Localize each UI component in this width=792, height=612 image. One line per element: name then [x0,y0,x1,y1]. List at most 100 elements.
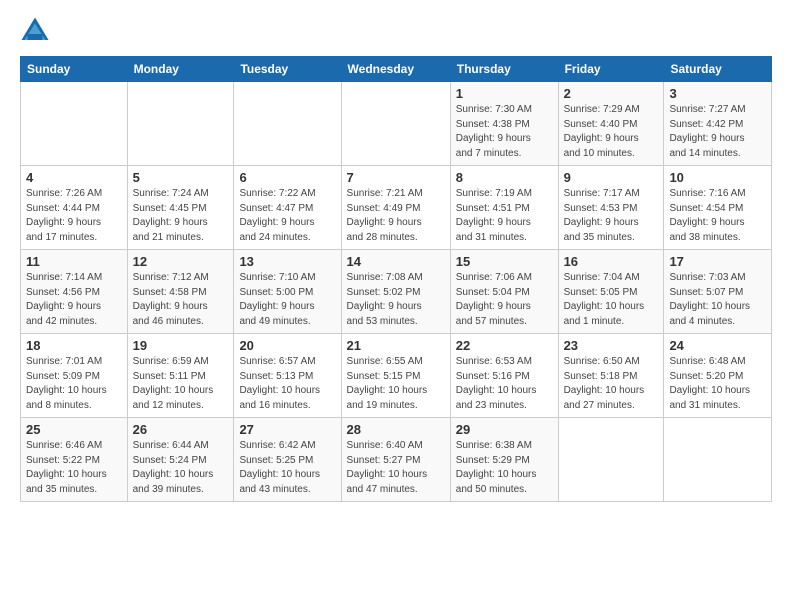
day-number: 25 [26,422,122,437]
calendar-cell: 6 Sunrise: 7:22 AMSunset: 4:47 PMDaylight… [234,166,341,250]
calendar-week-row: 11 Sunrise: 7:14 AMSunset: 4:56 PMDayligh… [21,250,772,334]
day-number: 5 [133,170,229,185]
day-info: Sunrise: 6:46 AMSunset: 5:22 PMDaylight:… [26,439,122,497]
calendar-cell: 22Sunrise: 6:53 AMSunset: 5:16 PMDayligh… [450,334,558,418]
day-number: 26 [133,422,229,437]
day-number: 3 [669,86,766,101]
calendar-cell: 17 Sunrise: 7:03 AMSunset: 5:07 PMDayligh… [664,250,772,334]
calendar-table: SundayMondayTuesdayWednesdayThursdayFrid… [20,56,772,502]
day-info: Sunrise: 7:29 AMSunset: 4:40 PMDaylight:… [564,103,659,161]
logo-icon [20,16,50,46]
calendar-cell: 19 Sunrise: 6:59 AMSunset: 5:11 PMDayligh… [127,334,234,418]
days-of-week-row: SundayMondayTuesdayWednesdayThursdayFrid… [21,57,772,82]
day-info: Sunrise: 7:30 AMSunset: 4:38 PMDaylight:… [456,103,553,161]
day-info: Sunrise: 6:48 AMSunset: 5:20 PMDaylight:… [669,355,766,413]
calendar-cell: 26 Sunrise: 6:44 AMSunset: 5:24 PMDayligh… [127,418,234,502]
calendar-cell: 21 Sunrise: 6:55 AMSunset: 5:15 PMDayligh… [341,334,450,418]
day-of-week-header: Thursday [450,57,558,82]
calendar-cell: 18Sunrise: 7:01 AMSunset: 5:09 PMDayligh… [21,334,128,418]
day-info: Sunrise: 7:04 AMSunset: 5:05 PMDaylight:… [564,271,659,329]
day-info: Sunrise: 7:22 AMSunset: 4:47 PMDaylight:… [239,187,335,245]
page: SundayMondayTuesdayWednesdayThursdayFrid… [0,0,792,512]
day-info: Sunrise: 7:16 AMSunset: 4:54 PMDaylight:… [669,187,766,245]
calendar-cell: 25 Sunrise: 6:46 AMSunset: 5:22 PMDayligh… [21,418,128,502]
calendar-cell: 11 Sunrise: 7:14 AMSunset: 4:56 PMDayligh… [21,250,128,334]
day-number: 21 [347,338,445,353]
day-info: Sunrise: 6:44 AMSunset: 5:24 PMDaylight:… [133,439,229,497]
day-number: 4 [26,170,122,185]
calendar-cell: 27 Sunrise: 6:42 AMSunset: 5:25 PMDayligh… [234,418,341,502]
calendar-cell: 28Sunrise: 6:40 AMSunset: 5:27 PMDayligh… [341,418,450,502]
day-info: Sunrise: 7:26 AMSunset: 4:44 PMDaylight:… [26,187,122,245]
logo [20,16,54,46]
calendar-header: SundayMondayTuesdayWednesdayThursdayFrid… [21,57,772,82]
day-number: 10 [669,170,766,185]
day-of-week-header: Monday [127,57,234,82]
calendar-cell: 1 Sunrise: 7:30 AMSunset: 4:38 PMDaylight… [450,82,558,166]
day-number: 15 [456,254,553,269]
day-number: 7 [347,170,445,185]
day-of-week-header: Sunday [21,57,128,82]
calendar-cell: 7 Sunrise: 7:21 AMSunset: 4:49 PMDaylight… [341,166,450,250]
calendar-cell: 13 Sunrise: 7:10 AMSunset: 5:00 PMDayligh… [234,250,341,334]
day-info: Sunrise: 6:57 AMSunset: 5:13 PMDaylight:… [239,355,335,413]
day-number: 1 [456,86,553,101]
day-number: 16 [564,254,659,269]
day-info: Sunrise: 6:55 AMSunset: 5:15 PMDaylight:… [347,355,445,413]
calendar-cell: 12 Sunrise: 7:12 AMSunset: 4:58 PMDayligh… [127,250,234,334]
day-number: 12 [133,254,229,269]
header [20,16,772,46]
day-number: 9 [564,170,659,185]
calendar-cell [234,82,341,166]
calendar-cell: 15Sunrise: 7:06 AMSunset: 5:04 PMDayligh… [450,250,558,334]
day-number: 13 [239,254,335,269]
day-info: Sunrise: 7:10 AMSunset: 5:00 PMDaylight:… [239,271,335,329]
day-number: 29 [456,422,553,437]
day-number: 18 [26,338,122,353]
day-info: Sunrise: 7:12 AMSunset: 4:58 PMDaylight:… [133,271,229,329]
calendar-cell: 10 Sunrise: 7:16 AMSunset: 4:54 PMDayligh… [664,166,772,250]
day-info: Sunrise: 7:08 AMSunset: 5:02 PMDaylight:… [347,271,445,329]
day-number: 27 [239,422,335,437]
calendar-cell [664,418,772,502]
calendar-cell: 16 Sunrise: 7:04 AMSunset: 5:05 PMDayligh… [558,250,664,334]
calendar-cell [21,82,128,166]
calendar-cell: 20 Sunrise: 6:57 AMSunset: 5:13 PMDayligh… [234,334,341,418]
calendar-cell: 2 Sunrise: 7:29 AMSunset: 4:40 PMDaylight… [558,82,664,166]
day-info: Sunrise: 6:59 AMSunset: 5:11 PMDaylight:… [133,355,229,413]
day-info: Sunrise: 7:03 AMSunset: 5:07 PMDaylight:… [669,271,766,329]
day-number: 19 [133,338,229,353]
day-info: Sunrise: 6:42 AMSunset: 5:25 PMDaylight:… [239,439,335,497]
day-info: Sunrise: 7:17 AMSunset: 4:53 PMDaylight:… [564,187,659,245]
day-info: Sunrise: 6:53 AMSunset: 5:16 PMDaylight:… [456,355,553,413]
day-number: 11 [26,254,122,269]
day-info: Sunrise: 7:19 AMSunset: 4:51 PMDaylight:… [456,187,553,245]
calendar-week-row: 4 Sunrise: 7:26 AMSunset: 4:44 PMDaylight… [21,166,772,250]
calendar-cell: 23 Sunrise: 6:50 AMSunset: 5:18 PMDayligh… [558,334,664,418]
calendar-cell: 8 Sunrise: 7:19 AMSunset: 4:51 PMDaylight… [450,166,558,250]
day-info: Sunrise: 6:50 AMSunset: 5:18 PMDaylight:… [564,355,659,413]
day-number: 6 [239,170,335,185]
calendar-week-row: 18Sunrise: 7:01 AMSunset: 5:09 PMDayligh… [21,334,772,418]
day-number: 28 [347,422,445,437]
day-number: 17 [669,254,766,269]
day-info: Sunrise: 7:21 AMSunset: 4:49 PMDaylight:… [347,187,445,245]
day-info: Sunrise: 7:27 AMSunset: 4:42 PMDaylight:… [669,103,766,161]
day-number: 2 [564,86,659,101]
day-info: Sunrise: 7:14 AMSunset: 4:56 PMDaylight:… [26,271,122,329]
calendar-week-row: 1 Sunrise: 7:30 AMSunset: 4:38 PMDaylight… [21,82,772,166]
day-of-week-header: Saturday [664,57,772,82]
calendar-cell: 4 Sunrise: 7:26 AMSunset: 4:44 PMDaylight… [21,166,128,250]
calendar-cell [341,82,450,166]
calendar-cell [127,82,234,166]
calendar-cell: 5 Sunrise: 7:24 AMSunset: 4:45 PMDaylight… [127,166,234,250]
day-number: 20 [239,338,335,353]
calendar-cell: 3 Sunrise: 7:27 AMSunset: 4:42 PMDaylight… [664,82,772,166]
calendar-cell: 9 Sunrise: 7:17 AMSunset: 4:53 PMDaylight… [558,166,664,250]
day-number: 8 [456,170,553,185]
day-of-week-header: Tuesday [234,57,341,82]
calendar-cell: 24Sunrise: 6:48 AMSunset: 5:20 PMDayligh… [664,334,772,418]
day-info: Sunrise: 7:24 AMSunset: 4:45 PMDaylight:… [133,187,229,245]
day-number: 23 [564,338,659,353]
calendar-cell: 14Sunrise: 7:08 AMSunset: 5:02 PMDayligh… [341,250,450,334]
